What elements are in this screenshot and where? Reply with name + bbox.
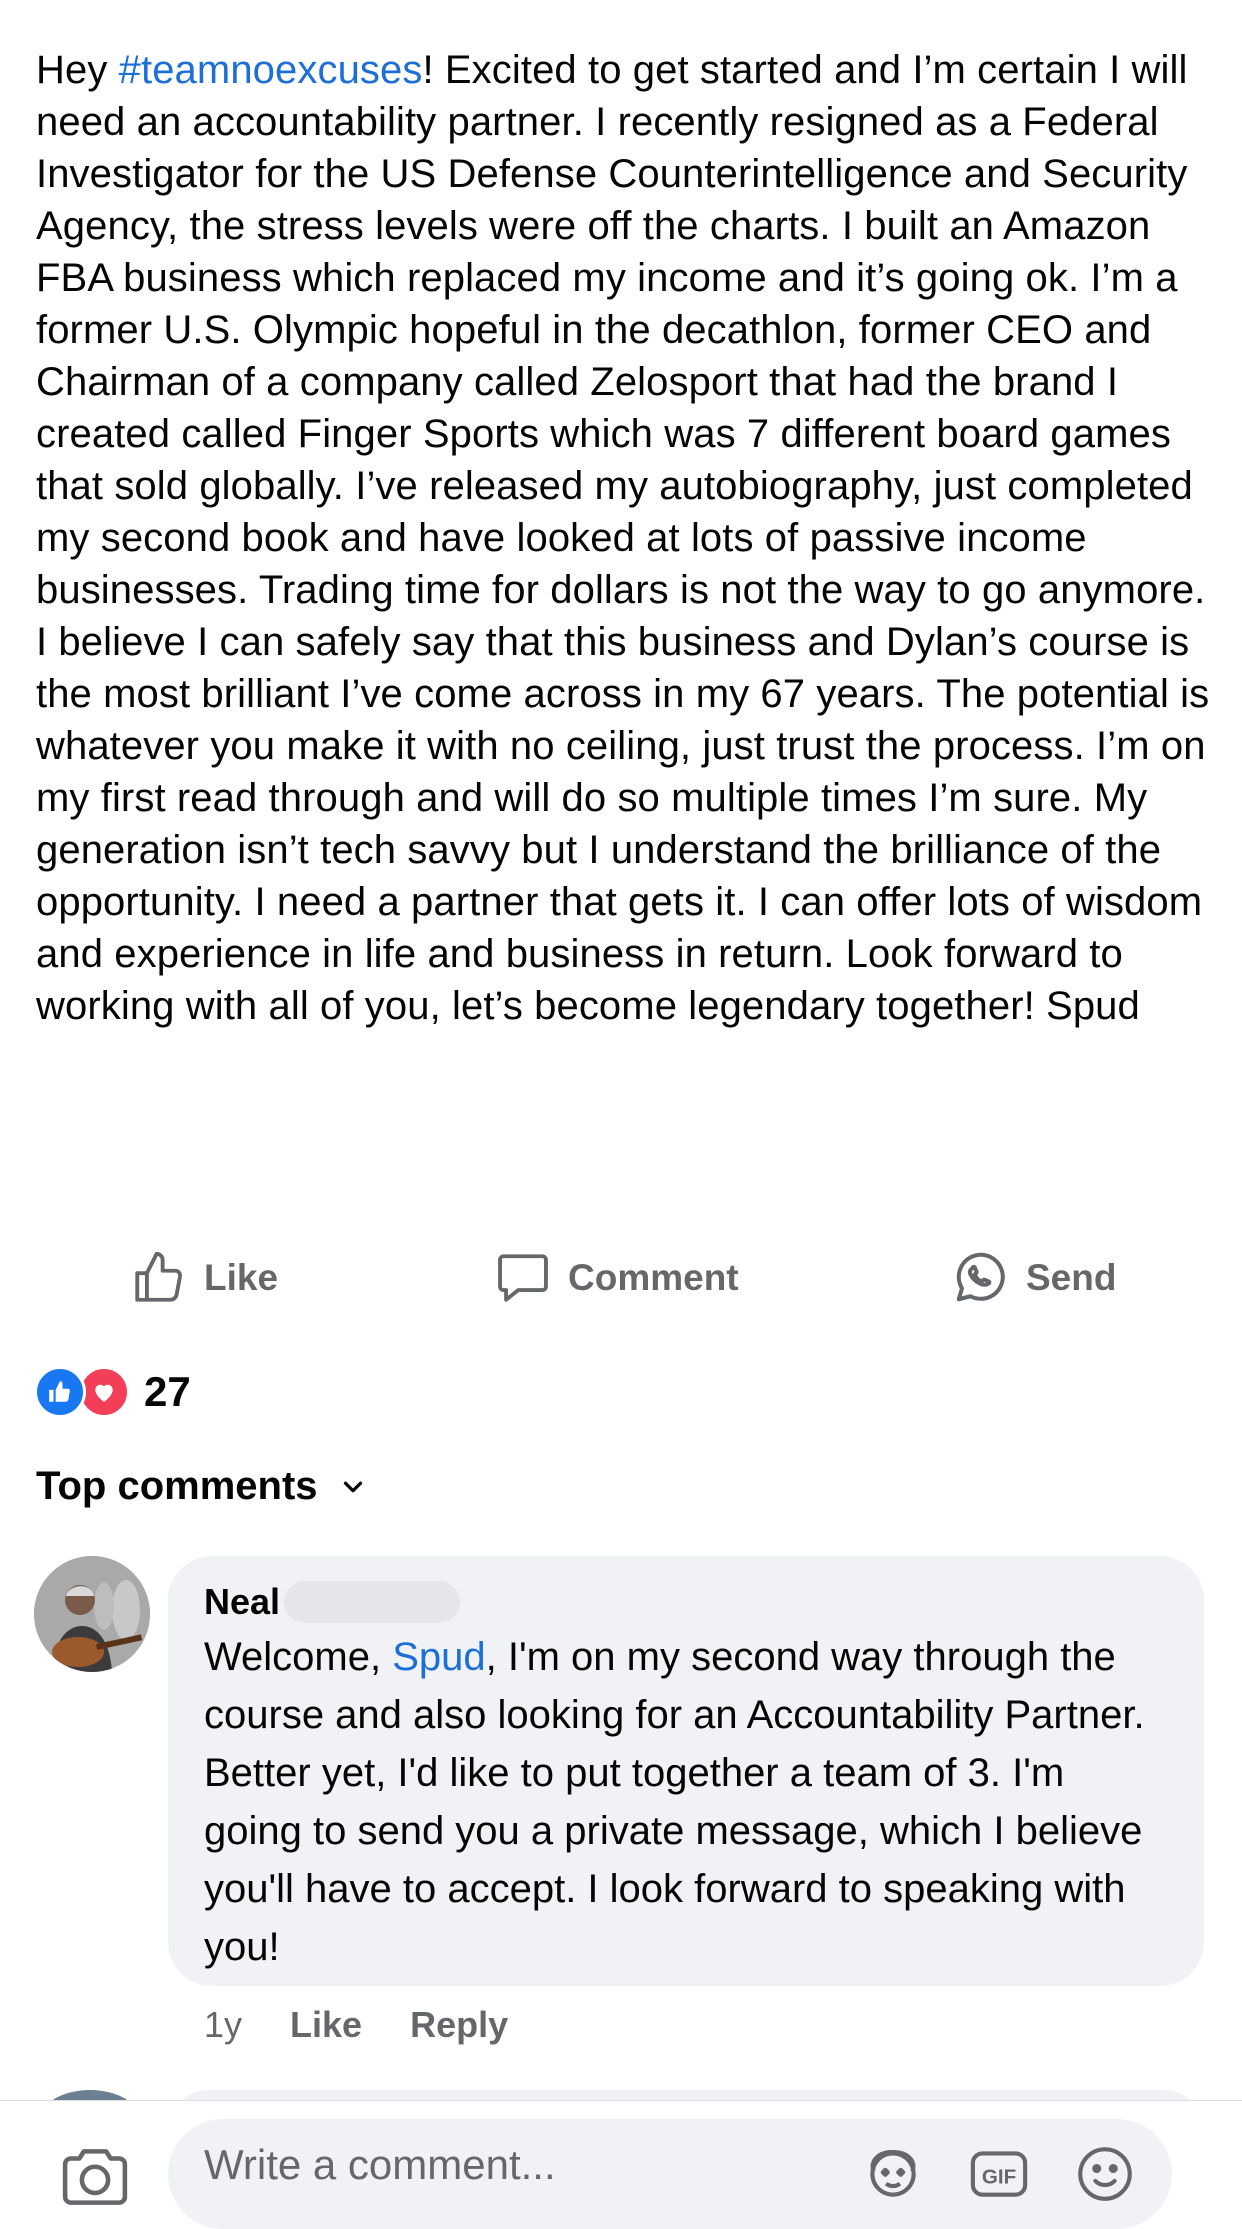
comments-sort-label: Top comments: [36, 1464, 318, 1508]
comments-sort-dropdown[interactable]: Top comments: [36, 1464, 368, 1509]
reaction-summary[interactable]: 27: [34, 1366, 191, 1418]
hashtag-link[interactable]: #teamnoexcuses: [119, 48, 423, 92]
like-label: Like: [204, 1257, 279, 1298]
comment-author-name: Neal: [204, 1581, 281, 1622]
svg-text:GIF: GIF: [982, 2165, 1016, 2188]
post-body-text: ! Excited to get started and I’m certain…: [36, 48, 1210, 1028]
comment-text-start: Welcome,: [204, 1635, 393, 1679]
comment-bubble: Neal Welcome, Spud, I'm on my second way…: [168, 1556, 1204, 1986]
comment-reply-button[interactable]: Reply: [410, 2004, 508, 2046]
like-reaction-icon: [34, 1366, 86, 1418]
post-text: Hey #teamnoexcuses! Excited to get start…: [36, 44, 1216, 1032]
comment-meta: 1y Like Reply: [204, 2002, 508, 2048]
comment-text: Welcome, Spud, I'm on my second way thro…: [204, 1628, 1168, 1976]
comment-author[interactable]: Neal: [204, 1578, 1168, 1626]
like-button[interactable]: Like: [130, 1240, 278, 1316]
avatar-sticker-icon[interactable]: [860, 2141, 926, 2207]
comment-like-button[interactable]: Like: [290, 2004, 362, 2046]
comment-timestamp[interactable]: 1y: [204, 2004, 242, 2046]
comment-input-placeholder: Write a comment...: [204, 2141, 556, 2188]
comment-label: Comment: [568, 1257, 739, 1298]
reaction-count: 27: [144, 1368, 191, 1415]
comment-button[interactable]: Comment: [494, 1240, 739, 1316]
send-button[interactable]: Send: [950, 1240, 1116, 1316]
whatsapp-icon: [956, 1252, 1005, 1302]
emoji-icon[interactable]: [1072, 2141, 1138, 2207]
redacted-name: [284, 1581, 461, 1623]
comment-composer: Write a comment... GIF: [0, 2100, 1242, 2229]
comment-text-rest: , I'm on my second way through the cours…: [204, 1635, 1145, 1969]
speech-bubble-icon: [498, 1254, 548, 1302]
post-action-bar: Like Comment Send: [0, 1240, 1242, 1316]
thumbs-up-icon: [135, 1251, 183, 1302]
camera-icon[interactable]: [58, 2145, 132, 2209]
send-label: Send: [1026, 1257, 1117, 1298]
avatar[interactable]: [34, 1556, 150, 1672]
post-greeting: Hey: [36, 48, 119, 92]
gif-icon[interactable]: GIF: [966, 2141, 1032, 2207]
mention-link[interactable]: Spud: [392, 1635, 485, 1679]
comment-input[interactable]: Write a comment... GIF: [168, 2119, 1172, 2229]
chevron-down-icon: [343, 1481, 362, 1492]
